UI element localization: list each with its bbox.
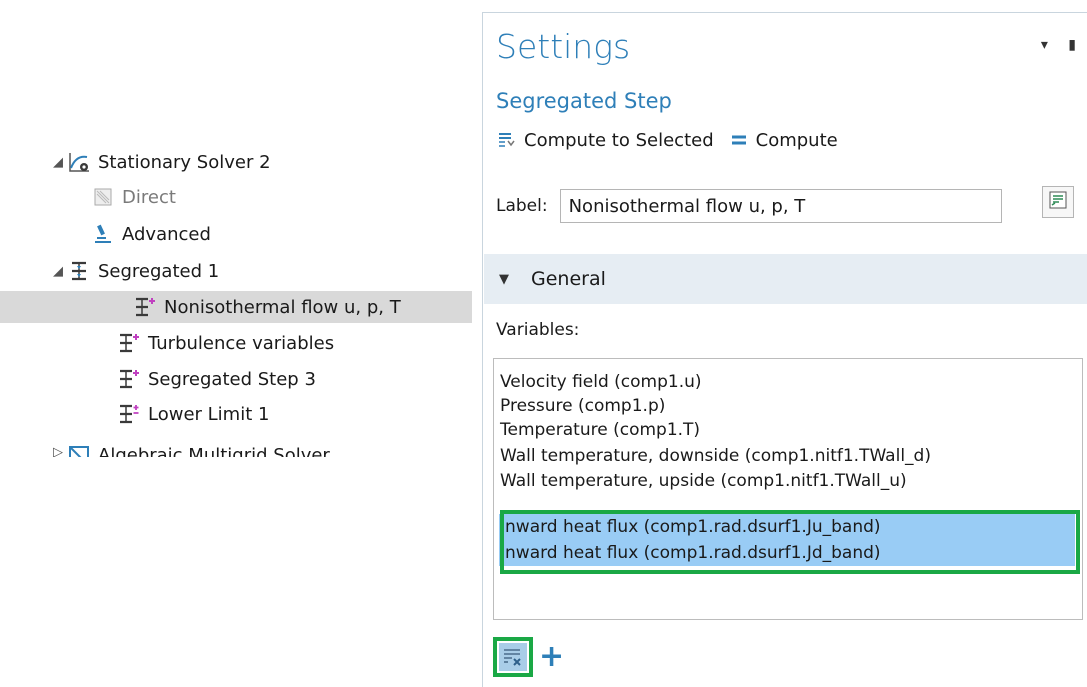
tree-item-label: Algebraic Multigrid Solver — [98, 445, 330, 457]
panel-subtitle: Segregated Step — [496, 89, 672, 113]
label-field-label: Label: — [496, 196, 548, 216]
list-item[interactable]: Wall temperature, downside (comp1.nitf1.… — [500, 443, 931, 469]
tree-item-label: Direct — [122, 186, 176, 208]
settings-panel: Settings ▾ ▮ Segregated Step Compute to … — [482, 12, 1087, 687]
add-icon[interactable]: + — [539, 642, 564, 672]
tree-item-label: Stationary Solver 2 — [98, 151, 271, 173]
general-section-header[interactable]: ▼ General — [484, 254, 1087, 304]
delete-list-icon — [499, 643, 527, 671]
advanced-icon — [90, 222, 116, 246]
model-tree: ◢ Stationary Solver 2 Direct Advanced ◢ … — [0, 0, 482, 686]
list-item[interactable]: Velocity field (comp1.u) — [500, 369, 702, 395]
collapse-toggle-icon[interactable]: ◢ — [50, 264, 66, 279]
variables-label: Variables: — [496, 320, 580, 340]
segregated-step-icon — [132, 295, 158, 319]
settings-toolbar: Compute to Selected Compute — [496, 128, 852, 152]
tree-item-segregated[interactable]: ◢ Segregated 1 — [50, 255, 219, 287]
list-item[interactable]: Wall temperature, upside (comp1.nitf1.TW… — [500, 468, 907, 494]
tree-item-label: Segregated Step 3 — [148, 368, 316, 390]
compute-label: Compute — [755, 129, 838, 151]
compute-icon — [728, 128, 750, 152]
tree-item-lower-limit[interactable]: Lower Limit 1 — [116, 398, 269, 430]
stationary-solver-icon — [66, 150, 92, 174]
tree-item-segregated-step-3[interactable]: Segregated Step 3 — [116, 363, 316, 395]
tree-item-multigrid[interactable]: ▷ Algebraic Multigrid Solver — [50, 433, 330, 465]
label-row: Label: — [496, 189, 1002, 223]
segregated-icon — [66, 259, 92, 283]
list-item-selected[interactable]: Inward heat flux (comp1.rad.dsurf1.Ju_ba… — [499, 514, 1075, 540]
segregated-step-icon — [116, 331, 142, 355]
list-item[interactable]: Temperature (comp1.T) — [500, 417, 700, 443]
tree-item-label: Advanced — [122, 223, 211, 245]
text-edit-icon — [1048, 190, 1068, 214]
tree-item-label: Segregated 1 — [98, 260, 220, 282]
tree-item-nonisothermal-flow[interactable]: Nonisothermal flow u, p, T — [0, 291, 472, 323]
expand-toggle-icon[interactable]: ▷ — [50, 445, 66, 457]
tree-item-label: Nonisothermal flow u, p, T — [164, 296, 401, 318]
lower-limit-icon — [116, 402, 142, 426]
compute-to-selected-button[interactable]: Compute to Selected — [496, 128, 714, 152]
collapse-toggle-icon[interactable]: ◢ — [50, 155, 66, 170]
section-caret-icon: ▼ — [499, 271, 509, 287]
compute-to-selected-label: Compute to Selected — [524, 129, 714, 151]
direct-icon — [90, 185, 116, 209]
compute-to-selected-icon — [496, 128, 518, 152]
tree-item-advanced[interactable]: Advanced — [74, 218, 211, 250]
tree-item-label: Turbulence variables — [148, 332, 335, 354]
tree-item-label: Lower Limit 1 — [148, 403, 270, 425]
list-item-selected[interactable]: Inward heat flux (comp1.rad.dsurf1.Jd_ba… — [499, 540, 1075, 566]
tree-item-direct[interactable]: Direct — [74, 181, 176, 213]
label-options-button[interactable] — [1042, 186, 1074, 218]
delete-selected-button[interactable] — [493, 637, 533, 677]
list-tools: + — [493, 637, 564, 677]
label-input[interactable] — [559, 189, 1002, 223]
compute-button[interactable]: Compute — [728, 128, 838, 152]
tree-item-turbulence-variables[interactable]: Turbulence variables — [116, 327, 334, 359]
panel-title: Settings — [496, 27, 631, 66]
section-title: General — [531, 268, 606, 290]
panel-menu-icon[interactable]: ▾ ▮ — [1041, 37, 1084, 53]
list-item[interactable]: Pressure (comp1.p) — [500, 393, 665, 419]
segregated-step-icon — [116, 367, 142, 391]
variables-list[interactable]: Velocity field (comp1.u) Pressure (comp1… — [493, 358, 1083, 620]
tree-item-stationary-solver[interactable]: ◢ Stationary Solver 2 — [50, 146, 271, 178]
multigrid-icon — [66, 444, 92, 457]
